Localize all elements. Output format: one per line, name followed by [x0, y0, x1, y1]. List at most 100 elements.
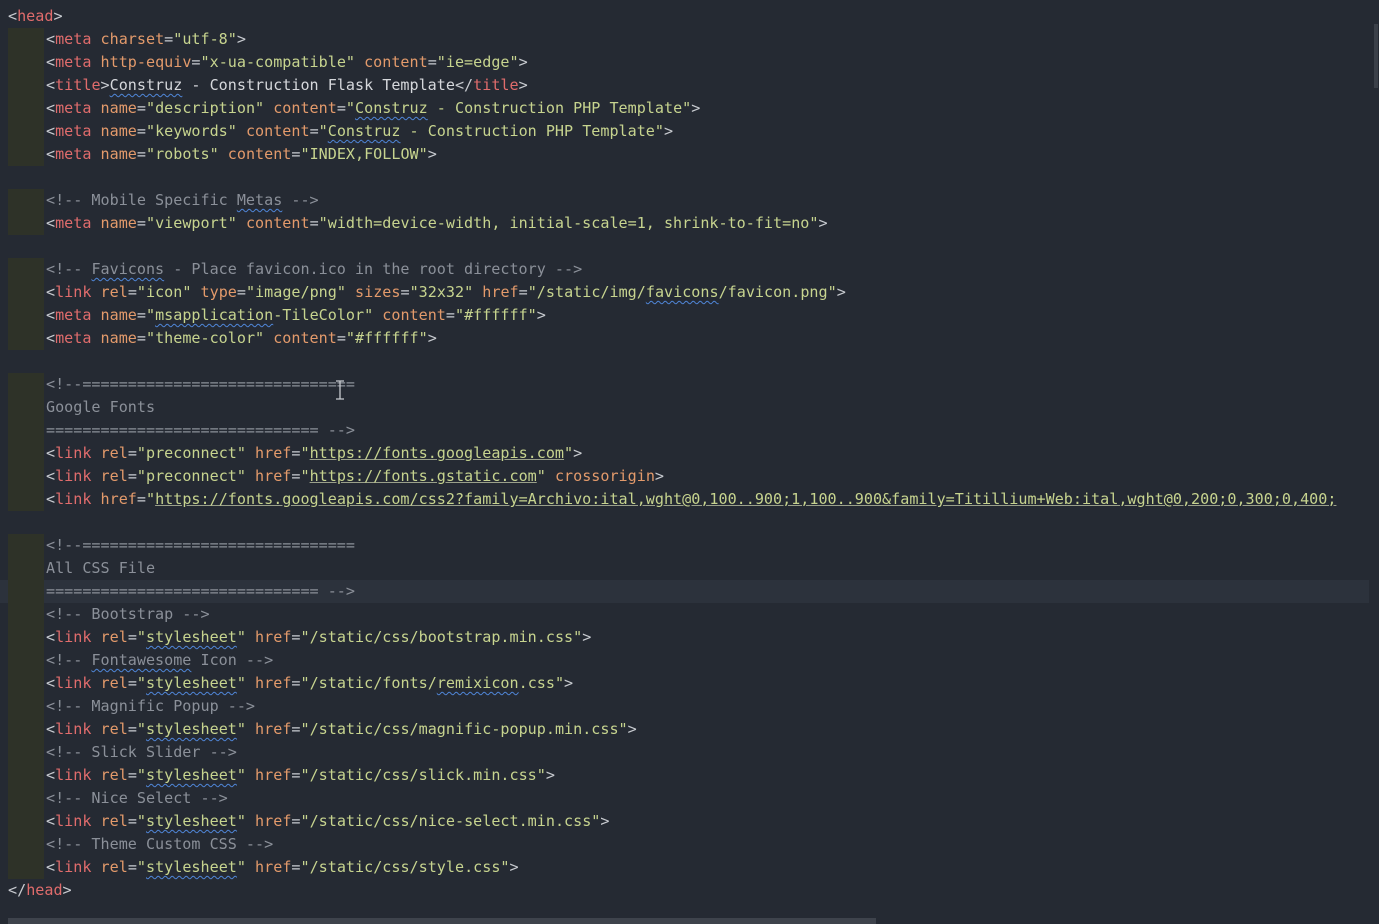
code-token: content — [218, 145, 292, 163]
indent-guide — [8, 442, 44, 465]
code-token: "description" — [145, 99, 265, 117]
code-token: < — [46, 628, 56, 646]
code-token: "32x32" — [409, 283, 474, 301]
code-line[interactable]: <!-- Magnific Popup --> — [0, 695, 1369, 718]
code-line[interactable]: ============================== --> — [0, 580, 1369, 603]
code-token: rel — [91, 674, 128, 692]
code-text: <meta name="description" content="Constr… — [46, 97, 700, 120]
code-token: name — [91, 145, 137, 163]
code-line[interactable]: <link rel="preconnect" href="https://fon… — [0, 442, 1369, 465]
code-token: Favicons — [91, 260, 165, 278]
code-line[interactable]: <!-- Nice Select --> — [0, 787, 1369, 810]
code-token: " — [145, 490, 156, 508]
code-token: < — [46, 812, 56, 830]
code-line[interactable]: <meta name="keywords" content="Construz … — [0, 120, 1369, 143]
indent-guide — [8, 74, 44, 97]
code-token: href — [245, 812, 292, 830]
indent-guide — [8, 419, 44, 442]
code-token: link — [55, 490, 92, 508]
code-line[interactable]: <!-- Favicons - Place favicon.ico in the… — [0, 258, 1369, 281]
code-token: <!-- Mobile Specific — [46, 191, 237, 209]
code-token: href — [245, 467, 292, 485]
code-token: ============================== --> — [46, 582, 355, 600]
indent-guide — [8, 534, 44, 557]
code-token: type — [191, 283, 237, 301]
code-line[interactable]: Google Fonts — [0, 396, 1369, 419]
code-line[interactable]: <link rel="stylesheet" href="/static/css… — [0, 626, 1369, 649]
code-line[interactable]: <meta name="theme-color" content="#fffff… — [0, 327, 1369, 350]
indent-guide — [8, 189, 44, 212]
code-line[interactable] — [0, 235, 1369, 258]
code-line[interactable]: <!-- Bootstrap --> — [0, 603, 1369, 626]
code-line[interactable]: <link rel="stylesheet" href="/static/css… — [0, 810, 1369, 833]
code-token: "icon" — [136, 283, 192, 301]
code-line[interactable]: <link rel="preconnect" href="https://fon… — [0, 465, 1369, 488]
code-token: rel — [91, 628, 128, 646]
code-text: <link rel="stylesheet" href="/static/css… — [46, 718, 637, 741]
code-token: "#ffffff" — [454, 306, 537, 324]
code-line[interactable]: <link rel="stylesheet" href="/static/css… — [0, 718, 1369, 741]
code-token: link — [55, 628, 92, 646]
code-line[interactable]: ============================== --> — [0, 419, 1369, 442]
code-line[interactable]: <link rel="icon" type="image/png" sizes=… — [0, 281, 1369, 304]
code-line[interactable]: <link rel="stylesheet" href="/static/css… — [0, 856, 1369, 879]
code-token: Google Fonts — [46, 398, 156, 416]
code-line[interactable]: <meta charset="utf-8"> — [0, 28, 1369, 51]
code-line[interactable]: <link rel="stylesheet" href="/static/fon… — [0, 672, 1369, 695]
code-token: Metas — [236, 191, 283, 209]
code-token: !DOCTYPE — [17, 0, 90, 2]
code-text: <meta http-equiv="x-ua-compatible" conte… — [46, 51, 528, 74]
code-token: = — [136, 122, 146, 140]
code-line[interactable]: <!-- Slick Slider --> — [0, 741, 1369, 764]
code-line[interactable]: <!-- Theme Custom CSS --> — [0, 833, 1369, 856]
code-token: href — [245, 674, 292, 692]
code-token: link — [55, 283, 92, 301]
code-token: link — [55, 444, 92, 462]
code-token: "preconnect" — [136, 444, 246, 462]
code-token: name — [91, 99, 137, 117]
code-line[interactable]: <meta http-equiv="x-ua-compatible" conte… — [0, 51, 1369, 74]
code-line[interactable]: <!-- Fontawesome Icon --> — [0, 649, 1369, 672]
code-text: <link rel="icon" type="image/png" sizes=… — [46, 281, 846, 304]
code-line[interactable]: <!--============================== — [0, 373, 1369, 396]
code-line[interactable]: <meta name="description" content="Constr… — [0, 97, 1369, 120]
indent-guide — [8, 557, 44, 580]
code-token: = — [291, 812, 301, 830]
code-text: <!-- Theme Custom CSS --> — [46, 833, 273, 856]
code-text: <!--============================== — [46, 373, 355, 396]
code-token: https://fonts.googleapis.com/css2?family… — [155, 490, 1337, 508]
indent-guide — [8, 649, 44, 672]
code-line[interactable]: <link rel="stylesheet" href="/static/css… — [0, 764, 1369, 787]
code-token: msapplication — [155, 306, 274, 324]
code-line[interactable]: <meta name="robots" content="INDEX,FOLLO… — [0, 143, 1369, 166]
code-token: "theme-color" — [145, 329, 265, 347]
code-token: > — [427, 145, 437, 163]
code-line[interactable] — [0, 511, 1369, 534]
code-token: crossorigin — [545, 467, 655, 485]
code-line[interactable]: <meta name="msapplication-TileColor" con… — [0, 304, 1369, 327]
text-cursor-icon — [336, 380, 344, 400]
code-token: --> — [282, 191, 319, 209]
code-line[interactable]: All CSS File — [0, 557, 1369, 580]
code-line[interactable]: </head> — [0, 879, 1369, 902]
code-token: /favicon.png" — [718, 283, 837, 301]
code-token: " — [236, 812, 246, 830]
code-editor[interactable]: <!DOCTYPE html><head><meta charset="utf-… — [0, 0, 1379, 924]
code-line[interactable] — [0, 350, 1369, 373]
code-token: </ — [8, 881, 27, 899]
code-line[interactable]: <!--============================== — [0, 534, 1369, 557]
code-line[interactable]: <head> — [0, 5, 1369, 28]
code-token: < — [46, 214, 56, 232]
code-token: - Place favicon.ico in the root director… — [164, 260, 583, 278]
code-line[interactable] — [0, 166, 1369, 189]
code-token: = — [291, 628, 301, 646]
indent-guide — [8, 718, 44, 741]
code-line[interactable]: <title>Construz - Construction Flask Tem… — [0, 74, 1369, 97]
code-token: <!-- Magnific Popup --> — [46, 697, 256, 715]
vertical-scrollbar[interactable] — [1374, 24, 1378, 88]
code-token: name — [91, 122, 137, 140]
code-line[interactable]: <meta name="viewport" content="width=dev… — [0, 212, 1369, 235]
code-line[interactable]: <!-- Mobile Specific Metas --> — [0, 189, 1369, 212]
horizontal-scrollbar[interactable] — [8, 918, 876, 924]
code-line[interactable]: <link href="https://fonts.googleapis.com… — [0, 488, 1369, 511]
